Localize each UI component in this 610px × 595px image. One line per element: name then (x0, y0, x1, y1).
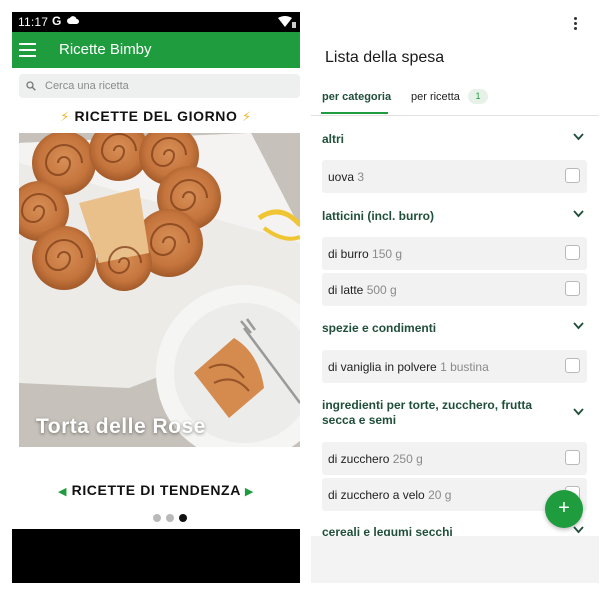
trending-label: RICETTE DI TENDENZA (71, 482, 241, 498)
category-header-ingredienti[interactable]: ingredienti per torte, zucchero, frutta … (322, 398, 584, 428)
chevron-down-icon (573, 322, 584, 330)
item-name: di latte (328, 283, 364, 297)
bolt-icon: ⚡ (242, 109, 252, 124)
category-label: altri (322, 132, 345, 146)
tab-per-ricetta[interactable]: per ricetta (411, 91, 460, 103)
chevron-down-icon (573, 133, 584, 141)
recipe-count-badge: 1 (468, 89, 488, 104)
item-checkbox[interactable] (565, 450, 580, 465)
list-item[interactable]: di vaniglia in polvere 1 bustina (322, 350, 587, 383)
category-label: spezie e condimenti (322, 321, 437, 335)
list-item[interactable]: uova 3 (322, 160, 587, 193)
daily-recipes-heading: ⚡ RICETTE DEL GIORNO ⚡ (12, 108, 300, 125)
category-header-spezie[interactable]: spezie e condimenti (322, 321, 592, 335)
arrow-left-icon[interactable]: ◀ (58, 486, 67, 498)
daily-recipes-label: RICETTE DEL GIORNO (74, 108, 238, 124)
search-icon (26, 81, 36, 91)
tab-per-categoria[interactable]: per categoria (321, 91, 392, 114)
list-item[interactable]: di zucchero 250 g (322, 442, 587, 475)
item-name: di zucchero (328, 452, 390, 466)
recipe-photo (19, 133, 300, 447)
carousel-dot-active[interactable] (179, 514, 187, 522)
status-time: 11:17 (18, 15, 49, 29)
app-title: Ricette Bimby (59, 41, 152, 58)
recipes-screen: 11:17 G Ricette Bimby Cerca una ricetta … (12, 12, 300, 583)
active-tab-indicator (321, 112, 388, 114)
tab-label: per categoria (322, 91, 392, 103)
item-checkbox[interactable] (565, 245, 580, 260)
item-name: di zucchero a velo (328, 488, 425, 502)
item-name: di burro (328, 247, 369, 261)
item-checkbox[interactable] (565, 358, 580, 373)
bolt-icon: ⚡ (60, 109, 70, 124)
tab-label: per ricetta (411, 91, 460, 103)
trending-recipes-heading: ◀ RICETTE DI TENDENZA ▶ (12, 482, 300, 498)
item-quantity: 150 g (372, 247, 403, 261)
page-title: Lista della spesa (325, 49, 445, 66)
navigation-bar (12, 529, 300, 583)
category-label: latticini (incl. burro) (322, 209, 435, 223)
item-name: di vaniglia in polvere (328, 360, 437, 374)
category-header-altri[interactable]: altri (322, 132, 592, 146)
cloud-icon (67, 16, 79, 24)
carousel-indicator (153, 509, 192, 527)
item-quantity: 500 g (366, 283, 397, 297)
app-bar: Ricette Bimby (12, 32, 300, 68)
tab-bar: per categoria per ricetta 1 (311, 89, 599, 116)
recipe-title: Torta delle Rose (36, 415, 206, 438)
chevron-down-icon (573, 210, 584, 218)
bottom-area (311, 536, 599, 583)
item-quantity: 1 bustina (440, 360, 489, 374)
item-checkbox[interactable] (565, 168, 580, 183)
list-item[interactable]: di latte 500 g (322, 273, 587, 306)
chevron-down-icon (573, 526, 584, 534)
list-item[interactable]: di burro 150 g (322, 237, 587, 270)
recipe-of-the-day-card[interactable]: Torta delle Rose (19, 133, 300, 447)
hamburger-menu-icon[interactable] (19, 43, 36, 57)
carousel-dot[interactable] (166, 514, 174, 522)
category-label: ingredienti per torte, zucchero, frutta … (322, 398, 533, 427)
shopping-list-screen: Lista della spesa per categoria per rice… (311, 12, 599, 583)
chevron-down-icon (573, 408, 584, 416)
item-quantity: 250 g (392, 452, 423, 466)
item-name: uova (328, 170, 355, 184)
add-item-button[interactable]: + (545, 490, 583, 528)
google-icon: G (52, 14, 62, 28)
search-input[interactable]: Cerca una ricetta (19, 74, 300, 98)
more-options-icon[interactable] (569, 17, 581, 33)
carousel-dot[interactable] (153, 514, 161, 522)
item-quantity: 20 g (428, 488, 452, 502)
wifi-icon (278, 16, 296, 28)
status-bar: 11:17 G (12, 12, 300, 32)
category-header-latticini[interactable]: latticini (incl. burro) (322, 209, 592, 223)
item-quantity: 3 (357, 170, 365, 184)
arrow-right-icon[interactable]: ▶ (245, 486, 254, 498)
search-placeholder: Cerca una ricetta (45, 80, 129, 92)
item-checkbox[interactable] (565, 281, 580, 296)
